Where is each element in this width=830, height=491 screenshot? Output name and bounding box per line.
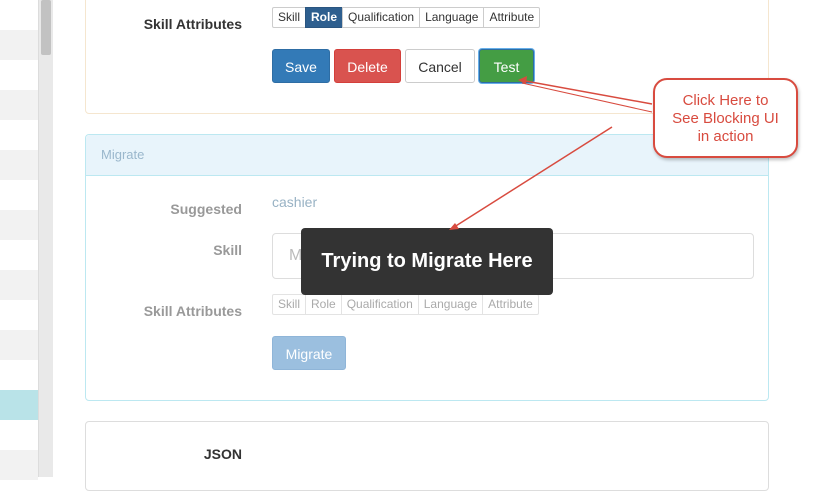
migrate-attribute-qualification-button[interactable]: Qualification bbox=[340, 294, 419, 315]
skill-attributes-group: Skill Role Qualification Language Attrib… bbox=[272, 7, 541, 28]
sidebar-row[interactable] bbox=[0, 240, 38, 270]
sidebar-row[interactable] bbox=[0, 360, 38, 390]
sidebar-row[interactable] bbox=[0, 90, 38, 120]
sidebar-row-selected[interactable] bbox=[0, 390, 38, 420]
migrate-attribute-role-button[interactable]: Role bbox=[305, 294, 342, 315]
delete-button[interactable]: Delete bbox=[334, 49, 401, 83]
sidebar-row[interactable] bbox=[0, 30, 38, 60]
attribute-attribute-button[interactable]: Attribute bbox=[483, 7, 541, 28]
json-label: JSON bbox=[203, 446, 242, 462]
migrate-attribute-language-button[interactable]: Language bbox=[417, 294, 484, 315]
sidebar-row[interactable] bbox=[0, 180, 38, 210]
sidebar-row[interactable] bbox=[0, 150, 38, 180]
attribute-skill-button[interactable]: Skill bbox=[272, 7, 307, 28]
sidebar-row[interactable] bbox=[0, 420, 38, 450]
left-sidebar bbox=[0, 0, 38, 480]
migrate-attribute-attribute-button[interactable]: Attribute bbox=[482, 294, 539, 315]
scrollbar-thumb[interactable] bbox=[41, 0, 51, 55]
attribute-qualification-button[interactable]: Qualification bbox=[342, 7, 421, 28]
annotation-line-2: See Blocking UI bbox=[672, 110, 779, 127]
sidebar-row[interactable] bbox=[0, 300, 38, 330]
save-button[interactable]: Save bbox=[272, 49, 330, 83]
migrate-skill-attributes-group: Skill Role Qualification Language Attrib… bbox=[272, 294, 539, 315]
attribute-role-button[interactable]: Role bbox=[305, 7, 344, 28]
migrate-attribute-skill-button[interactable]: Skill bbox=[272, 294, 307, 315]
sidebar-row[interactable] bbox=[0, 270, 38, 300]
sidebar-row[interactable] bbox=[0, 330, 38, 360]
suggested-label: Suggested bbox=[170, 201, 242, 217]
migrate-button[interactable]: Migrate bbox=[272, 336, 346, 370]
blocking-ui-message: Trying to Migrate Here bbox=[301, 228, 553, 295]
suggested-value: cashier bbox=[272, 194, 318, 210]
attribute-language-button[interactable]: Language bbox=[419, 7, 485, 28]
sidebar-row[interactable] bbox=[0, 60, 38, 90]
sidebar-row[interactable] bbox=[0, 210, 38, 240]
cancel-button[interactable]: Cancel bbox=[405, 49, 475, 83]
annotation-line-3: in action bbox=[697, 128, 754, 145]
sidebar-row[interactable] bbox=[0, 450, 38, 480]
sidebar-row[interactable] bbox=[0, 0, 38, 30]
skill-attributes-label: Skill Attributes bbox=[143, 16, 242, 32]
sidebar-row[interactable] bbox=[0, 120, 38, 150]
test-button[interactable]: Test bbox=[479, 49, 534, 83]
annotation-callout: Click Here to See Blocking UI in action bbox=[653, 78, 798, 158]
migrate-skill-attributes-label: Skill Attributes bbox=[143, 303, 242, 319]
skill-label: Skill bbox=[213, 242, 242, 258]
annotation-line-1: Click Here to bbox=[682, 92, 769, 109]
vertical-scrollbar[interactable] bbox=[38, 0, 53, 477]
